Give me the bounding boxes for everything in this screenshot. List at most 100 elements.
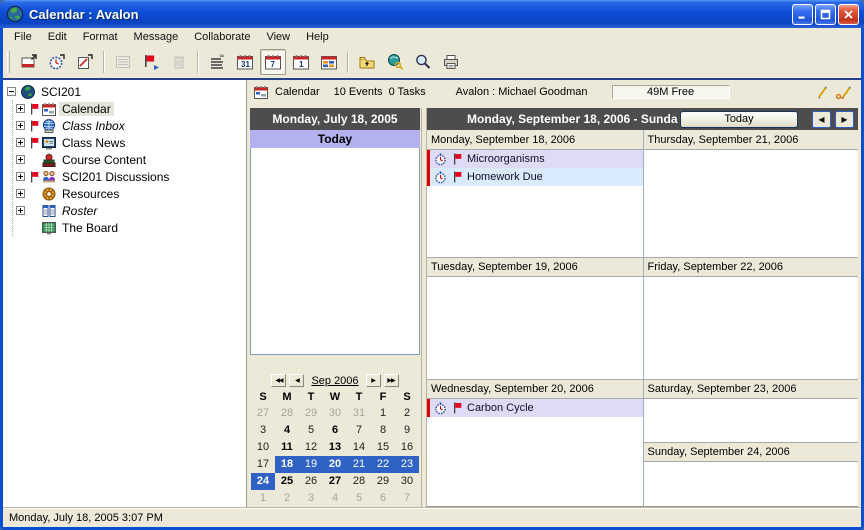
- mini-calendar-day[interactable]: 14: [347, 439, 371, 456]
- mini-calendar-day[interactable]: 21: [347, 456, 371, 473]
- mini-cal-next-month-button[interactable]: ▶: [366, 374, 381, 387]
- mini-calendar-day[interactable]: 5: [347, 490, 371, 507]
- mini-calendar-day[interactable]: 8: [371, 422, 395, 439]
- mini-calendar-day[interactable]: 23: [395, 456, 419, 473]
- day-view-button[interactable]: 1: [288, 49, 314, 75]
- expand-icon[interactable]: [16, 104, 25, 113]
- day-cell-monday[interactable]: Microorganisms Homework Due: [427, 150, 643, 257]
- mini-calendar-day[interactable]: 20: [323, 456, 347, 473]
- sidebar-item-calendar[interactable]: Calendar: [13, 100, 246, 117]
- menu-format[interactable]: Format: [75, 30, 126, 44]
- today-banner[interactable]: Today: [250, 130, 420, 148]
- day-cell-wednesday[interactable]: Carbon Cycle: [427, 399, 643, 506]
- mini-calendar-day[interactable]: 11: [275, 439, 299, 456]
- month-view-button[interactable]: 31: [232, 49, 258, 75]
- mini-calendar-day[interactable]: 31: [347, 405, 371, 422]
- mini-calendar-day[interactable]: 24: [251, 473, 275, 490]
- mini-calendar-day[interactable]: 15: [371, 439, 395, 456]
- mini-calendar-day[interactable]: 27: [251, 405, 275, 422]
- mini-calendar-day[interactable]: 1: [371, 405, 395, 422]
- expand-icon[interactable]: [16, 172, 25, 181]
- mini-calendar-day[interactable]: 13: [323, 439, 347, 456]
- mini-calendar-day[interactable]: 22: [371, 456, 395, 473]
- mini-calendar-day[interactable]: 17: [251, 456, 275, 473]
- minimize-button[interactable]: [792, 4, 813, 25]
- event-item[interactable]: Carbon Cycle: [427, 399, 643, 417]
- mini-cal-prev-month-button[interactable]: ◀: [289, 374, 304, 387]
- day-pane-body[interactable]: [250, 148, 420, 355]
- sidebar-item-class-inbox[interactable]: Class Inbox: [13, 117, 246, 134]
- event-item[interactable]: Homework Due: [427, 168, 643, 186]
- menu-edit[interactable]: Edit: [40, 30, 75, 44]
- mini-calendar-day[interactable]: 28: [347, 473, 371, 490]
- sidebar-item-class-news[interactable]: Class News: [13, 134, 246, 151]
- list-view-button[interactable]: ∞: [204, 49, 230, 75]
- expand-icon[interactable]: [16, 189, 25, 198]
- new-document-button[interactable]: [72, 49, 98, 75]
- mini-calendar-day[interactable]: 28: [275, 405, 299, 422]
- mini-calendar-day[interactable]: 2: [275, 490, 299, 507]
- sidebar-item-course-content[interactable]: Course Content: [13, 151, 246, 168]
- day-cell-tuesday[interactable]: [427, 277, 643, 379]
- toolbar-grip[interactable]: [7, 51, 10, 73]
- tree-root-sci201[interactable]: SCI201: [7, 83, 246, 100]
- menu-message[interactable]: Message: [126, 30, 187, 44]
- mini-calendar-day[interactable]: 29: [371, 473, 395, 490]
- mini-calendar-day[interactable]: 7: [395, 490, 419, 507]
- menu-help[interactable]: Help: [298, 30, 337, 44]
- mini-calendar-day[interactable]: 5: [299, 422, 323, 439]
- mini-calendar-day[interactable]: 12: [299, 439, 323, 456]
- mini-calendar-day[interactable]: 10: [251, 439, 275, 456]
- collapse-icon[interactable]: [7, 87, 16, 96]
- print-button[interactable]: [438, 49, 464, 75]
- mini-cal-prev-year-button[interactable]: ◀◀: [271, 374, 286, 387]
- multi-week-view-button[interactable]: [316, 49, 342, 75]
- day-cell-friday[interactable]: [644, 277, 859, 379]
- search-button[interactable]: [410, 49, 436, 75]
- mini-calendar-day[interactable]: 30: [395, 473, 419, 490]
- mini-calendar-day[interactable]: 25: [275, 473, 299, 490]
- mini-calendar-day[interactable]: 30: [323, 405, 347, 422]
- new-event-button[interactable]: [16, 49, 42, 75]
- day-cell-sunday[interactable]: [644, 462, 859, 506]
- menu-file[interactable]: File: [6, 30, 40, 44]
- flag-button[interactable]: [138, 49, 164, 75]
- mini-calendar-day[interactable]: 3: [251, 422, 275, 439]
- mini-calendar-day[interactable]: 1: [251, 490, 275, 507]
- maximize-button[interactable]: [815, 4, 836, 25]
- sidebar-item-the-board[interactable]: The Board: [13, 219, 246, 236]
- day-cell-saturday[interactable]: [644, 399, 859, 442]
- expand-icon[interactable]: [16, 155, 25, 164]
- mini-calendar-day[interactable]: 29: [299, 405, 323, 422]
- mini-calendar-day[interactable]: 16: [395, 439, 419, 456]
- mini-cal-month-label[interactable]: Sep 2006: [307, 375, 362, 387]
- permissions-button[interactable]: [382, 49, 408, 75]
- menu-view[interactable]: View: [258, 30, 298, 44]
- mini-calendar-day[interactable]: 6: [371, 490, 395, 507]
- mini-calendar-day[interactable]: 3: [299, 490, 323, 507]
- mini-calendar-day[interactable]: 26: [299, 473, 323, 490]
- sidebar-item-sci201-discussions[interactable]: SCI201 Discussions: [13, 168, 246, 185]
- mini-calendar-day[interactable]: 9: [395, 422, 419, 439]
- mini-calendar-day[interactable]: 6: [323, 422, 347, 439]
- today-button[interactable]: Today: [680, 111, 798, 128]
- pencil-icon[interactable]: [815, 85, 829, 100]
- close-button[interactable]: [838, 4, 859, 25]
- sidebar-item-roster[interactable]: Roster: [13, 202, 246, 219]
- day-cell-thursday[interactable]: [644, 150, 859, 257]
- mini-calendar-day[interactable]: 27: [323, 473, 347, 490]
- new-task-button[interactable]: [44, 49, 70, 75]
- mini-calendar-day[interactable]: 7: [347, 422, 371, 439]
- next-week-button[interactable]: ▶: [835, 111, 854, 128]
- sidebar-item-resources[interactable]: Resources: [13, 185, 246, 202]
- event-item[interactable]: Microorganisms: [427, 150, 643, 168]
- mini-calendar-day[interactable]: 4: [323, 490, 347, 507]
- mini-calendar-day[interactable]: 2: [395, 405, 419, 422]
- mini-cal-next-year-button[interactable]: ▶▶: [384, 374, 399, 387]
- prev-week-button[interactable]: ◀: [812, 111, 831, 128]
- pencil-key-icon[interactable]: [835, 85, 853, 100]
- mini-calendar-day[interactable]: 19: [299, 456, 323, 473]
- expand-icon[interactable]: [16, 121, 25, 130]
- week-view-button[interactable]: 7: [260, 49, 286, 75]
- mini-calendar-day[interactable]: 18: [275, 456, 299, 473]
